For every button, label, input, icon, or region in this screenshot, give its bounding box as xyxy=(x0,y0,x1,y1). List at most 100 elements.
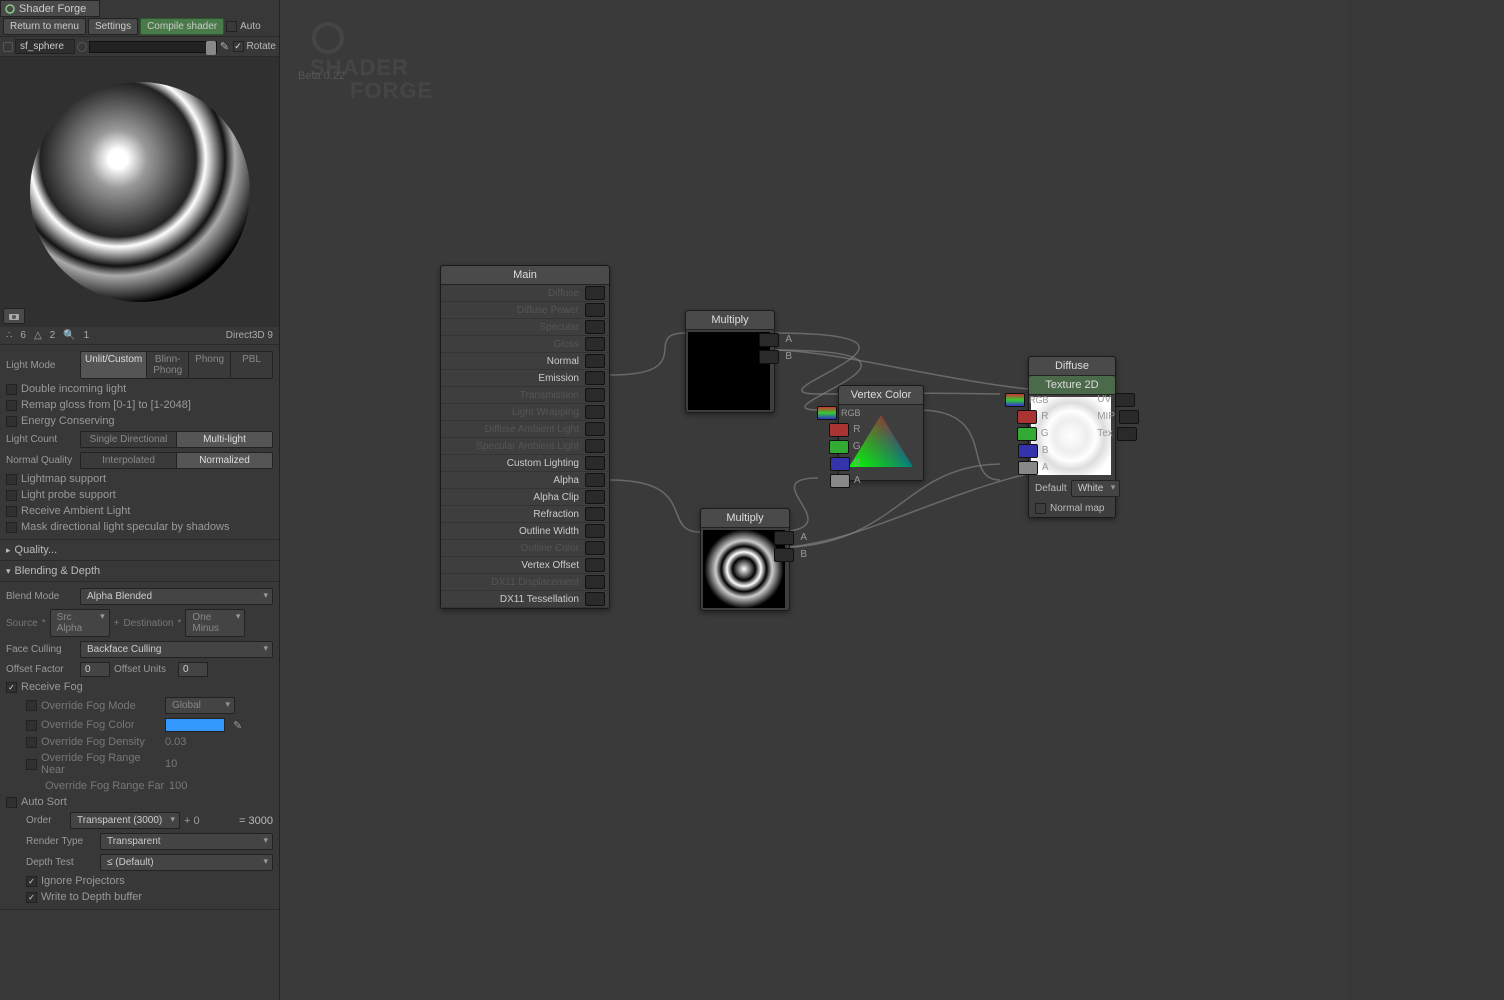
dest-dropdown[interactable]: One Minus xyxy=(185,609,245,637)
lightmap-checkbox[interactable]: Lightmap support xyxy=(6,471,273,487)
light-count-toggle[interactable]: Single Directional Multi-light xyxy=(80,431,273,448)
port-multiply2-b[interactable] xyxy=(774,548,794,562)
depth-test-dropdown[interactable]: ≤ (Default) xyxy=(100,854,273,871)
blend-mode-dropdown[interactable]: Alpha Blended xyxy=(80,588,273,605)
order-dropdown[interactable]: Transparent (3000) xyxy=(70,812,180,829)
eyedropper-icon[interactable]: ✎ xyxy=(229,719,242,732)
port-multiply1-b[interactable] xyxy=(759,350,779,364)
camera-button[interactable] xyxy=(3,308,25,324)
receive-fog-checkbox[interactable]: Receive Fog xyxy=(6,679,273,695)
port-diff-mip[interactable] xyxy=(1119,410,1139,424)
light-mode-phong[interactable]: Phong xyxy=(188,352,230,378)
port-main-light-wrapping[interactable]: Light Wrapping xyxy=(441,404,609,421)
auto-sort-checkbox[interactable]: Auto Sort xyxy=(6,794,273,810)
diffuse-normalmap-checkbox[interactable]: Normal map xyxy=(1050,503,1104,514)
quality-header[interactable]: ▸Quality... xyxy=(0,540,279,561)
override-fog-density-checkbox[interactable]: Override Fog Density0.03 xyxy=(26,734,273,750)
port-main-alpha[interactable]: Alpha xyxy=(441,472,609,489)
override-fog-near-checkbox[interactable]: Override Fog Range Near10 xyxy=(26,750,273,778)
light-mode-toggle[interactable]: Unlit/Custom Blinn-Phong Phong PBL xyxy=(80,351,273,379)
light-mode-blinn[interactable]: Blinn-Phong xyxy=(146,352,188,378)
node-canvas[interactable]: SHADERFORGE Beta 0.22 Main DiffuseDiffus… xyxy=(280,0,1348,1000)
auto-compile-checkbox[interactable]: Auto xyxy=(226,21,261,32)
preview-slider[interactable] xyxy=(89,41,217,53)
port-main-dx11-tessellation[interactable]: DX11 Tessellation xyxy=(441,591,609,608)
diffuse-default-dropdown[interactable]: White xyxy=(1071,480,1121,497)
target-icon[interactable] xyxy=(77,42,87,52)
write-depth-checkbox[interactable]: Write to Depth buffer xyxy=(26,889,273,905)
override-fog-mode-checkbox[interactable]: Override Fog ModeGlobal xyxy=(26,695,273,716)
override-fog-color-checkbox[interactable]: Override Fog Color✎ xyxy=(26,716,273,734)
port-main-diffuse[interactable]: Diffuse xyxy=(441,285,609,302)
face-culling-dropdown[interactable]: Backface Culling xyxy=(80,641,273,658)
energy-conserving-checkbox[interactable]: Energy Conserving xyxy=(6,413,273,429)
preview-viewport[interactable] xyxy=(0,57,279,327)
port-multiply2-a[interactable] xyxy=(774,531,794,545)
override-fog-color-chip[interactable] xyxy=(165,718,225,732)
port-main-vertex-offset[interactable]: Vertex Offset xyxy=(441,557,609,574)
port-main-specular[interactable]: Specular xyxy=(441,319,609,336)
port-vc-r[interactable] xyxy=(829,423,849,437)
double-incoming-checkbox[interactable]: Double incoming light xyxy=(6,381,273,397)
normal-quality-toggle[interactable]: Interpolated Normalized xyxy=(80,452,273,469)
vert-count: 6 xyxy=(20,330,26,341)
render-type-dropdown[interactable]: Transparent xyxy=(100,833,273,850)
rotate-checkbox[interactable]: Rotate xyxy=(233,41,276,52)
port-main-specular-ambient-light[interactable]: Specular Ambient Light xyxy=(441,438,609,455)
offset-units-input[interactable] xyxy=(178,662,208,677)
normal-quality-interp[interactable]: Interpolated xyxy=(81,453,176,468)
app-icon xyxy=(5,4,15,14)
port-diff-r[interactable] xyxy=(1017,410,1037,424)
lightprobe-checkbox[interactable]: Light probe support xyxy=(6,487,273,503)
port-main-refraction[interactable]: Refraction xyxy=(441,506,609,523)
normal-quality-label: Normal Quality xyxy=(6,455,76,466)
port-vc-b[interactable] xyxy=(830,457,850,471)
port-diff-uv[interactable] xyxy=(1115,393,1135,407)
port-main-normal[interactable]: Normal xyxy=(441,353,609,370)
mask-dir-checkbox[interactable]: Mask directional light specular by shado… xyxy=(6,519,273,535)
port-diff-rgb[interactable] xyxy=(1005,393,1025,407)
light-mode-unlit[interactable]: Unlit/Custom xyxy=(81,352,146,378)
node-main[interactable]: Main DiffuseDiffuse PowerSpecularGlossNo… xyxy=(440,265,610,609)
brush-icon[interactable]: ✎ xyxy=(219,40,231,53)
vert-count-icon: ∴ xyxy=(6,330,12,341)
port-main-emission[interactable]: Emission xyxy=(441,370,609,387)
normal-quality-norm[interactable]: Normalized xyxy=(176,453,272,468)
node-vertex-color[interactable]: Vertex Color RGB R G B A xyxy=(838,385,924,481)
port-diff-a[interactable] xyxy=(1018,461,1038,475)
port-main-custom-lighting[interactable]: Custom Lighting xyxy=(441,455,609,472)
source-dropdown[interactable]: Src Alpha xyxy=(50,609,110,637)
ignore-projectors-checkbox[interactable]: Ignore Projectors xyxy=(26,873,273,889)
port-main-outline-color[interactable]: Outline Color xyxy=(441,540,609,557)
node-multiply-1[interactable]: Multiply A B xyxy=(685,310,775,413)
remap-gloss-checkbox[interactable]: Remap gloss from [0-1] to [1-2048] xyxy=(6,397,273,413)
offset-factor-input[interactable] xyxy=(80,662,110,677)
port-main-dx11-displacement[interactable]: DX11 Displacement xyxy=(441,574,609,591)
mesh-input[interactable] xyxy=(15,39,75,54)
port-diff-tex[interactable] xyxy=(1117,427,1137,441)
port-main-transmission[interactable]: Transmission xyxy=(441,387,609,404)
port-main-diffuse-power[interactable]: Diffuse Power xyxy=(441,302,609,319)
compile-button[interactable]: Compile shader xyxy=(140,18,224,35)
light-mode-pbl[interactable]: PBL xyxy=(230,352,272,378)
port-vc-rgb[interactable] xyxy=(817,406,837,420)
port-diff-b[interactable] xyxy=(1018,444,1038,458)
return-button[interactable]: Return to menu xyxy=(3,18,86,35)
port-main-diffuse-ambient-light[interactable]: Diffuse Ambient Light xyxy=(441,421,609,438)
node-multiply-2-title: Multiply xyxy=(701,509,789,528)
light-count-single[interactable]: Single Directional xyxy=(81,432,176,447)
port-multiply1-a[interactable] xyxy=(759,333,779,347)
settings-button[interactable]: Settings xyxy=(88,18,138,35)
port-diff-g[interactable] xyxy=(1017,427,1037,441)
port-main-outline-width[interactable]: Outline Width xyxy=(441,523,609,540)
receive-ambient-checkbox[interactable]: Receive Ambient Light xyxy=(6,503,273,519)
blending-header[interactable]: ▾Blending & Depth xyxy=(0,561,279,582)
light-count-multi[interactable]: Multi-light xyxy=(176,432,272,447)
port-vc-a[interactable] xyxy=(830,474,850,488)
node-multiply-2[interactable]: Multiply A B xyxy=(700,508,790,611)
port-vc-g[interactable] xyxy=(829,440,849,454)
port-main-gloss[interactable]: Gloss xyxy=(441,336,609,353)
node-diffuse[interactable]: Diffuse Texture 2D DefaultWhite Normal m… xyxy=(1028,356,1116,518)
port-main-alpha-clip[interactable]: Alpha Clip xyxy=(441,489,609,506)
override-fog-mode-dropdown[interactable]: Global xyxy=(165,697,235,714)
